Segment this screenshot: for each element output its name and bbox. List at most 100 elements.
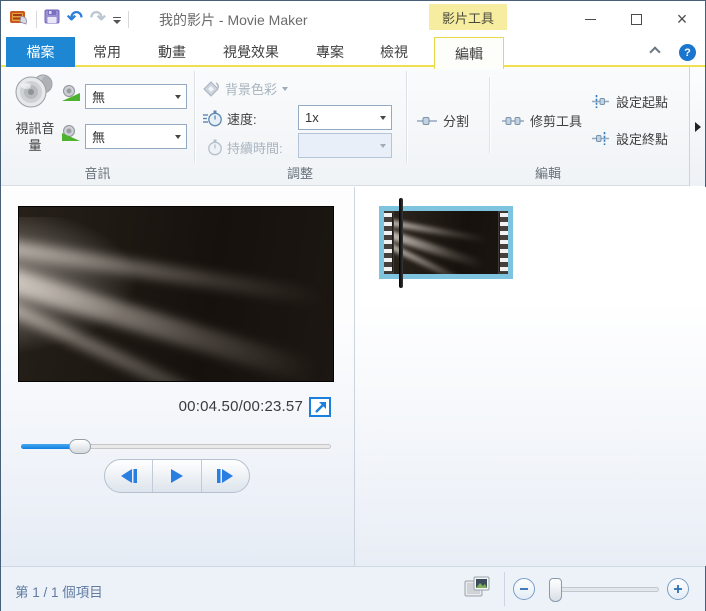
play-icon: [170, 469, 183, 483]
next-frame-button[interactable]: [200, 460, 249, 492]
redo-icon[interactable]: ↷: [90, 9, 106, 29]
fade-in-icon: [62, 85, 80, 101]
previous-frame-icon: [120, 469, 137, 483]
chevron-up-icon: [649, 46, 661, 58]
group-divider: [194, 71, 195, 163]
save-icon[interactable]: [44, 9, 60, 29]
tab-project[interactable]: 專案: [312, 37, 348, 67]
audio-group-label: 音訊: [84, 166, 111, 181]
filmstrip-sprockets-left: [384, 213, 393, 272]
minimize-icon: [584, 18, 596, 20]
minus-icon: [520, 588, 528, 590]
window-title: 我的影片 - Movie Maker: [159, 12, 308, 28]
plus-icon: [674, 585, 682, 593]
trim-tool-icon: [502, 116, 524, 125]
set-start-icon: [592, 95, 609, 108]
split-icon: [417, 116, 437, 125]
thumbnail-view-icon[interactable]: [464, 576, 490, 605]
qat-separator: [36, 10, 37, 28]
filmstrip-sprockets-right: [499, 213, 508, 272]
group-divider: [406, 71, 407, 163]
undo-icon[interactable]: ↶: [67, 9, 83, 29]
set-end-button[interactable]: 設定終點: [586, 126, 673, 151]
split-label: 分割: [443, 114, 470, 129]
fade-in-value: 無: [92, 90, 106, 105]
paint-bucket-icon: [203, 81, 219, 97]
seek-thumb[interactable]: [68, 439, 91, 454]
split-button[interactable]: 分割: [412, 108, 474, 133]
set-start-button[interactable]: 設定起點: [586, 89, 673, 114]
close-button[interactable]: ×: [659, 1, 705, 37]
dropdown-arrow-icon: [282, 86, 289, 91]
window-controls: ×: [567, 1, 705, 37]
fade-in-row: [61, 84, 82, 103]
speed-row: 速度:: [203, 109, 257, 128]
video-volume-label: 視訊音量: [15, 121, 55, 153]
duration-select[interactable]: [298, 133, 392, 158]
contextual-tools-header: 影片工具: [429, 4, 507, 30]
set-start-label: 設定起點: [616, 95, 669, 110]
maximize-button[interactable]: [613, 1, 659, 37]
fade-out-select[interactable]: 無: [85, 124, 187, 149]
help-button[interactable]: ?: [679, 44, 696, 61]
dropdown-arrow-icon: [170, 94, 186, 99]
help-icon: ?: [684, 46, 691, 59]
trim-tool-label: 修剪工具: [530, 114, 583, 129]
ribbon: 視訊音量 無 無 音訊 背景色彩 速度: 1x 持續時間: 調整 分割 修剪工具…: [1, 67, 705, 186]
edit-subdivider: [489, 77, 490, 153]
video-volume-button[interactable]: 視訊音量: [9, 71, 61, 171]
item-count-text: 第 1 / 1 個項目: [15, 585, 103, 600]
main-content: 00:04.50/00:23.57: [1, 187, 706, 566]
dropdown-arrow-icon: [170, 134, 186, 139]
set-end-label: 設定終點: [616, 132, 669, 147]
playhead[interactable]: [399, 198, 403, 288]
clip-thumbnail: [394, 211, 498, 274]
tab-view[interactable]: 檢視: [376, 37, 412, 67]
storyboard-pane[interactable]: [355, 187, 706, 566]
ribbon-scroll-right-button[interactable]: [689, 67, 705, 186]
zoom-out-button[interactable]: [513, 578, 535, 600]
speed-label: 速度:: [227, 112, 257, 127]
tab-home[interactable]: 常用: [89, 37, 125, 67]
trim-tool-button[interactable]: 修剪工具: [497, 108, 587, 133]
speed-stopwatch-icon: [203, 110, 222, 127]
fade-in-select[interactable]: 無: [85, 84, 187, 109]
minimize-button[interactable]: [567, 1, 613, 37]
statusbar-divider: [504, 572, 505, 606]
qat-separator-2: [127, 10, 129, 28]
ribbon-tabbar: 檔案 常用 動畫 視覺效果 專案 檢視 編輯 ?: [1, 37, 705, 69]
seek-slider[interactable]: [21, 439, 331, 454]
statusbar: 第 1 / 1 個項目: [1, 566, 705, 611]
tab-visual-effects[interactable]: 視覺效果: [219, 37, 283, 67]
dropdown-arrow-icon: [375, 143, 391, 148]
app-icon[interactable]: [9, 8, 29, 31]
tab-animations[interactable]: 動畫: [154, 37, 190, 67]
dropdown-arrow-icon: [375, 115, 391, 120]
collapse-ribbon-button[interactable]: [649, 46, 661, 58]
fade-out-icon: [62, 125, 80, 141]
quick-access-toolbar: ↶ ↷: [9, 7, 129, 31]
video-preview: [18, 206, 334, 382]
edit-group-label: 編輯: [534, 166, 561, 181]
close-icon: ×: [676, 9, 688, 29]
fullscreen-button[interactable]: [309, 397, 331, 417]
preview-pane: 00:04.50/00:23.57: [1, 187, 355, 566]
speed-select[interactable]: 1x: [298, 105, 392, 130]
maximize-icon: [630, 13, 642, 25]
titlebar: ↶ ↷ 我的影片 - Movie Maker 影片工具 ×: [1, 1, 705, 37]
duration-stopwatch-icon: [208, 139, 222, 156]
duration-row: 持續時間:: [203, 138, 283, 157]
background-color-button[interactable]: 背景色彩: [203, 79, 289, 98]
zoom-slider-thumb[interactable]: [549, 578, 563, 602]
qat-dropdown-icon[interactable]: [112, 14, 121, 24]
zoom-in-button[interactable]: [667, 578, 689, 600]
play-button[interactable]: [152, 460, 200, 492]
timecode: 00:04.50/00:23.57: [178, 398, 303, 415]
tab-edit[interactable]: 編輯: [434, 37, 504, 69]
previous-frame-button[interactable]: [105, 460, 152, 492]
fullscreen-arrow-icon: [315, 402, 326, 413]
tab-file[interactable]: 檔案: [6, 37, 75, 67]
zoom-slider[interactable]: [549, 578, 659, 602]
next-frame-icon: [217, 469, 234, 483]
speed-value: 1x: [305, 110, 319, 125]
